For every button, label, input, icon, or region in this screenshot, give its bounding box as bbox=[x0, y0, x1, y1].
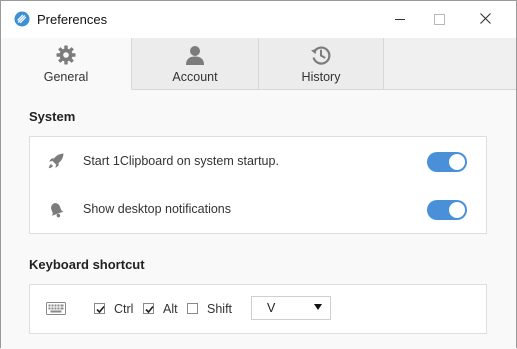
ctrl-label: Ctrl bbox=[114, 302, 134, 316]
preferences-window: Preferences General Account History Syst… bbox=[0, 0, 517, 349]
window-title: Preferences bbox=[37, 12, 108, 27]
tab-label: General bbox=[43, 70, 89, 84]
alt-checkbox[interactable] bbox=[143, 303, 154, 314]
keyboard-card: Ctrl Alt Shift V bbox=[29, 284, 487, 334]
keyboard-icon bbox=[46, 302, 66, 315]
minimize-icon bbox=[395, 19, 405, 20]
title-bar: Preferences bbox=[1, 1, 516, 39]
tab-account[interactable]: Account bbox=[132, 38, 259, 90]
tab-general[interactable]: General bbox=[1, 38, 132, 90]
toggle-knob bbox=[449, 202, 465, 218]
close-icon bbox=[479, 11, 491, 29]
tab-bar-filler bbox=[384, 38, 516, 90]
shortcut-key-value: V bbox=[267, 301, 276, 315]
toggle-knob bbox=[449, 154, 465, 170]
tab-label: History bbox=[301, 70, 341, 84]
section-title-system: System bbox=[29, 109, 76, 124]
startup-toggle[interactable] bbox=[427, 152, 467, 172]
section-title-keyboard: Keyboard shortcut bbox=[29, 257, 145, 272]
notifications-toggle[interactable] bbox=[427, 200, 467, 220]
tab-history[interactable]: History bbox=[259, 38, 384, 90]
history-icon bbox=[310, 44, 332, 66]
notifications-label: Show desktop notifications bbox=[83, 202, 232, 216]
maximize-button[interactable] bbox=[416, 1, 462, 38]
app-logo-icon bbox=[14, 11, 30, 27]
general-panel: System Start 1Clipboard on system startu… bbox=[1, 90, 516, 349]
maximize-icon bbox=[433, 14, 445, 25]
tab-bar: General Account History bbox=[1, 38, 516, 90]
gear-icon bbox=[55, 44, 77, 66]
bell-icon bbox=[47, 200, 65, 218]
ctrl-checkbox[interactable] bbox=[94, 303, 105, 314]
shift-label: Shift bbox=[207, 302, 233, 316]
user-icon bbox=[184, 44, 206, 66]
chevron-down-icon bbox=[314, 304, 322, 310]
shift-checkbox[interactable] bbox=[187, 303, 198, 314]
shortcut-key-select[interactable]: V bbox=[251, 296, 331, 320]
system-card: Start 1Clipboard on system startup. Show… bbox=[29, 136, 487, 234]
rocket-icon bbox=[47, 152, 65, 170]
tab-label: Account bbox=[172, 70, 218, 84]
alt-label: Alt bbox=[163, 302, 178, 316]
close-button[interactable] bbox=[462, 1, 508, 38]
startup-label: Start 1Clipboard on system startup. bbox=[83, 154, 279, 168]
